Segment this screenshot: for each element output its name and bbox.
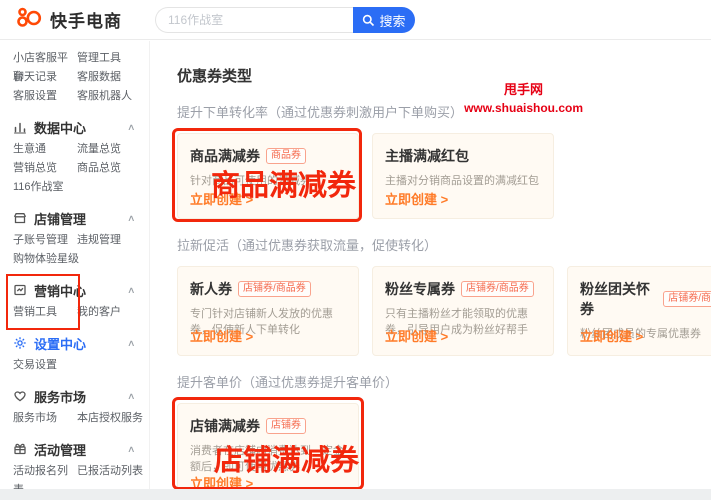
sidebar-group-label: 活动管理 — [34, 440, 86, 459]
gift-icon — [13, 442, 29, 456]
sidebar-item-violation-management[interactable]: 违规管理 — [77, 231, 149, 250]
sidebar-item-chat-history[interactable]: 聊天记录 — [13, 68, 77, 87]
sidebar-group-label: 店铺管理 — [34, 209, 86, 228]
heart-icon — [13, 389, 29, 403]
create-now-link[interactable]: 立即创建 > — [385, 189, 448, 208]
sidebar-item-cs-settings[interactable]: 客服设置 — [13, 87, 77, 106]
sidebar-item-service-market[interactable]: 服务市场 — [13, 409, 77, 428]
search-icon — [362, 14, 375, 27]
create-now-link[interactable]: 立即创建 > — [385, 326, 448, 345]
marketing-check-icon — [13, 283, 29, 297]
card-fan-club-care-coupon[interactable]: 粉丝团关怀券 店铺券/商品券 粉丝团成员的专属优惠券 立即创建 > — [567, 266, 711, 356]
collapse-caret-icon[interactable]: ∧ — [127, 391, 136, 402]
shop-icon — [13, 211, 29, 225]
sidebar-item-authorized-services[interactable]: 本店授权服务 — [77, 409, 149, 428]
search-button[interactable]: 搜索 — [353, 7, 415, 33]
card-title: 新人券 — [190, 279, 232, 299]
sidebar-item-trade-settings[interactable]: 交易设置 — [13, 356, 77, 375]
sidebar-group-label: 服务市场 — [34, 387, 86, 406]
collapse-caret-icon[interactable]: ∧ — [127, 122, 136, 133]
top-header: 快手电商 搜索 — [0, 0, 711, 40]
kuaishou-logo-icon — [16, 6, 42, 33]
sidebar-item-marketing-tools[interactable]: 营销工具 — [13, 303, 77, 322]
create-now-link[interactable]: 立即创建 > — [580, 326, 643, 345]
create-now-link[interactable]: 立即创建 > — [190, 326, 253, 345]
sidebar-item-shop-cs-platform[interactable]: 小店客服平台 — [13, 49, 77, 68]
search-button-label: 搜索 — [379, 11, 405, 30]
sidebar-item-product-overview[interactable]: 商品总览 — [77, 159, 149, 178]
search-bar: 搜索 — [155, 7, 415, 33]
card-newcomer-coupon[interactable]: 新人券 店铺券/商品券 专门针对店铺新人发放的优惠券，促使新人下单转化 立即创建… — [177, 266, 359, 356]
section-label-order-value: 提升客单价（通过优惠券提升客单价） — [177, 372, 711, 391]
card-title: 主播满减红包 — [385, 146, 469, 166]
card-shop-full-discount-coupon[interactable]: 店铺满减券 店铺满减券 店铺券 消费者在店铺内消费达到一定金额后，即可使用优惠券… — [177, 403, 359, 489]
coupon-type-badge: 店铺券/商品券 — [461, 281, 534, 297]
card-product-full-discount-coupon[interactable]: 商品满减券 商品满减券 商品券 针对商品可使用的满减券 立即创建 > — [177, 133, 359, 219]
sidebar-group-shop-management[interactable]: 店铺管理 ∧ — [0, 205, 149, 231]
sidebar-item-my-customers[interactable]: 我的客户 — [77, 303, 149, 322]
card-streamer-red-packet[interactable]: 主播满减红包 主播对分销商品设置的满减红包 立即创建 > — [372, 133, 554, 219]
coupon-type-badge: 店铺券 — [266, 418, 306, 434]
card-description: 消费者在店铺内消费达到一定金额后，即可使用优惠券 — [190, 443, 346, 475]
card-title: 商品满减券 — [190, 146, 260, 166]
sidebar-item-manage-tools[interactable]: 管理工具 — [77, 49, 149, 68]
card-title: 粉丝专属券 — [385, 279, 455, 299]
sidebar: 小店客服平台管理工具 聊天记录客服数据 客服设置客服机器人 数据中心 ∧ 生意通… — [0, 41, 150, 489]
sidebar-item-cs-robot[interactable]: 客服机器人 — [77, 87, 149, 106]
card-title: 粉丝团关怀券 — [580, 279, 657, 319]
sidebar-group-data-center[interactable]: 数据中心 ∧ — [0, 114, 149, 140]
bar-chart-icon — [13, 120, 29, 134]
gear-icon — [13, 336, 29, 350]
card-description: 针对商品可使用的满减券 — [190, 173, 346, 189]
sidebar-group-label: 营销中心 — [34, 281, 86, 300]
card-fan-exclusive-coupon[interactable]: 粉丝专属券 店铺券/商品券 只有主播粉丝才能领取的优惠券，引导用户成为粉丝好帮手… — [372, 266, 554, 356]
sidebar-group-label: 设置中心 — [34, 334, 86, 353]
main-content: 优惠券类型 甩手网 www.shuaishou.com 提升下单转化率（通过优惠… — [151, 41, 711, 489]
sidebar-item-subaccount-management[interactable]: 子账号管理 — [13, 231, 77, 250]
section-label-acquisition: 拉新促活（通过优惠券获取流量，促使转化） — [177, 235, 711, 254]
coupon-type-badge: 店铺券/商品券 — [238, 281, 311, 297]
search-input[interactable] — [155, 7, 353, 33]
page-bottom-strip — [0, 489, 711, 500]
card-description: 主播对分销商品设置的满减红包 — [385, 173, 541, 189]
page-title: 优惠券类型 — [177, 65, 711, 86]
collapse-caret-icon[interactable]: ∧ — [127, 285, 136, 296]
sidebar-group-activity-management[interactable]: 活动管理 ∧ — [0, 436, 149, 462]
coupon-type-badge: 商品券 — [266, 148, 306, 164]
sidebar-group-settings-center[interactable]: 设置中心 ∧ — [0, 330, 149, 356]
create-now-link[interactable]: 立即创建 > — [190, 473, 253, 489]
card-title: 店铺满减券 — [190, 416, 260, 436]
sidebar-item-activity-signup-list[interactable]: 活动报名列表 — [13, 462, 77, 481]
sidebar-item-shengyitong[interactable]: 生意通 — [13, 140, 77, 159]
sidebar-item-traffic-overview[interactable]: 流量总览 — [77, 140, 149, 159]
coupon-type-badge: 店铺券/商品券 — [663, 291, 711, 307]
section-label-conversion: 提升下单转化率（通过优惠券刺激用户下单购买） — [177, 102, 711, 121]
sidebar-item-joined-activity-list[interactable]: 已报活动列表 — [77, 462, 149, 481]
sidebar-item-shopping-experience[interactable]: 购物体验星级 — [13, 250, 79, 269]
collapse-caret-icon[interactable]: ∧ — [127, 338, 136, 349]
sidebar-item-marketing-overview[interactable]: 营销总览 — [13, 159, 77, 178]
collapse-caret-icon[interactable]: ∧ — [127, 444, 136, 455]
brand-title: 快手电商 — [50, 7, 122, 32]
sidebar-group-marketing-center[interactable]: 营销中心 ∧ — [0, 277, 149, 303]
sidebar-item-116-war-room[interactable]: 116作战室 — [13, 178, 77, 197]
sidebar-item-cs-data[interactable]: 客服数据 — [77, 68, 149, 87]
sidebar-group-service-market[interactable]: 服务市场 ∧ — [0, 383, 149, 409]
create-now-link[interactable]: 立即创建 > — [190, 189, 253, 208]
sidebar-group-label: 数据中心 — [34, 118, 86, 137]
collapse-caret-icon[interactable]: ∧ — [127, 213, 136, 224]
